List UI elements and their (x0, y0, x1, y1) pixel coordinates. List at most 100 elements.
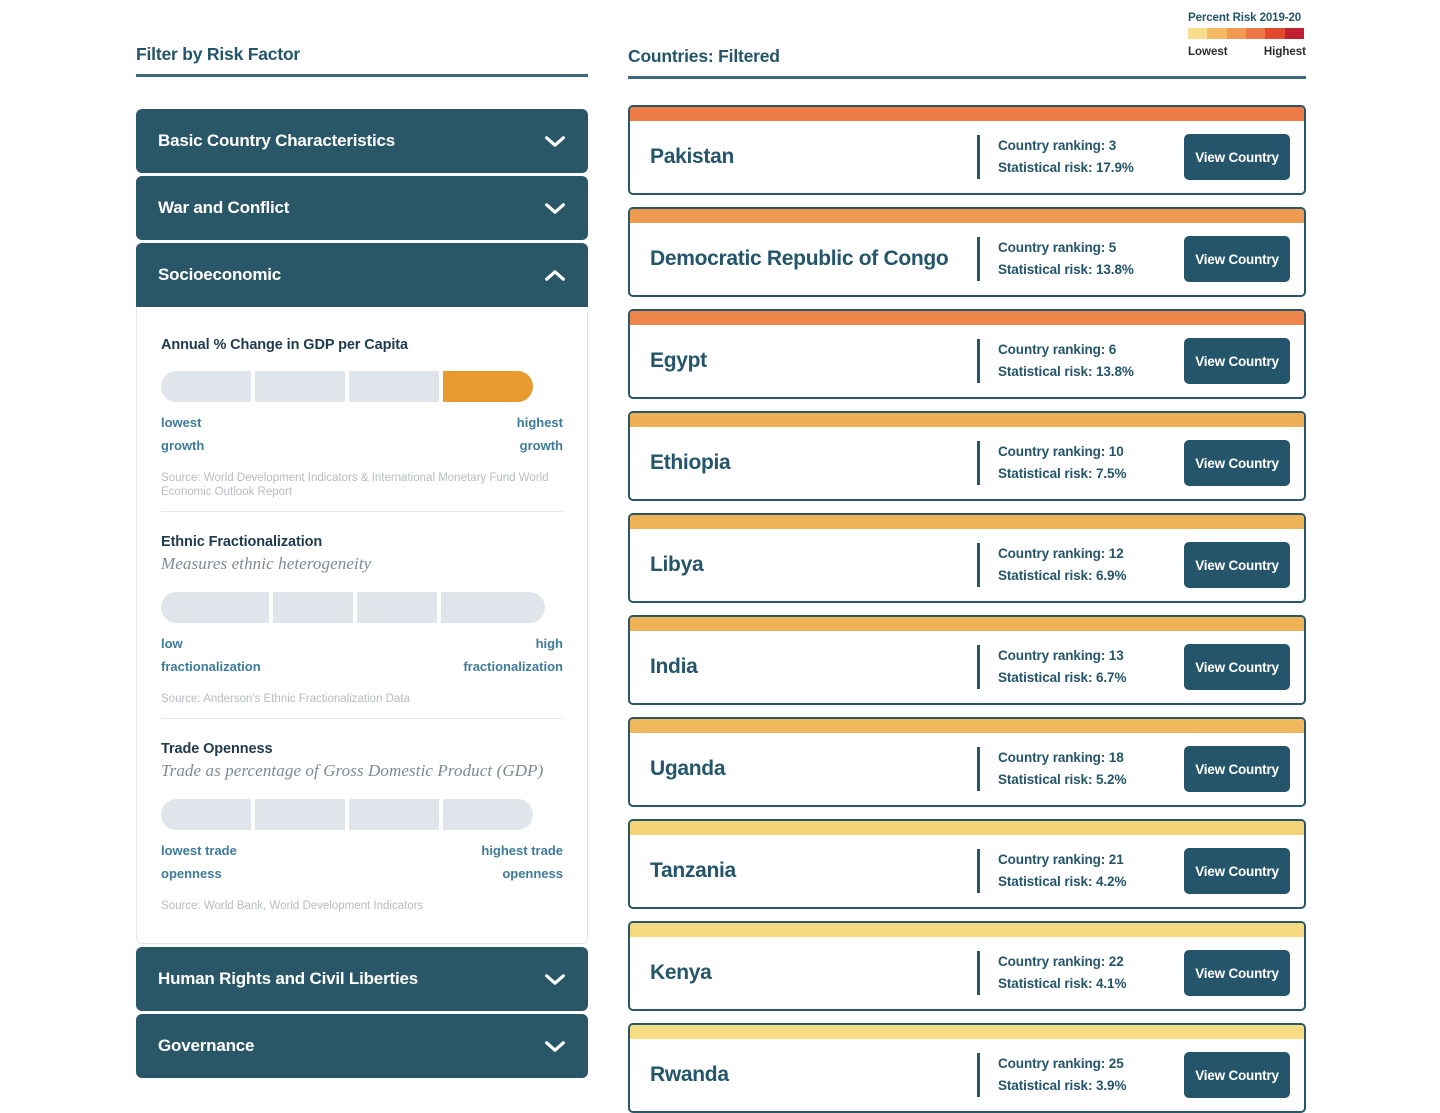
country-card: Democratic Republic of Congo Country rank… (628, 207, 1306, 297)
accordion-header-basic-country-characteristics[interactable]: Basic Country Characteristics (136, 109, 588, 173)
view-country-button[interactable]: View Country (1184, 338, 1290, 384)
country-risk-color-bar (630, 311, 1304, 325)
range-segment-3[interactable] (357, 592, 437, 624)
metric-filter: Ethnic Fractionalization Measures ethnic … (161, 511, 563, 718)
card-divider (977, 339, 980, 383)
country-statistical-risk: Statistical risk: 4.1% (998, 976, 1127, 991)
chevron-up-icon[interactable] (544, 269, 566, 282)
metric-source: Source: World Development Indicators & I… (161, 471, 549, 498)
card-divider (977, 747, 980, 791)
range-segment-2[interactable] (273, 592, 353, 624)
country-stats: Country ranking: 21 Statistical risk: 4.2… (998, 849, 1184, 893)
range-segment-4[interactable] (441, 592, 545, 624)
range-low-label: lowest growth (161, 412, 204, 458)
accordion-header-socioeconomic[interactable]: Socioeconomic (136, 243, 588, 307)
range-segment-4[interactable] (443, 371, 533, 402)
countries-title: Countries: Filtered (628, 46, 780, 66)
range-low-label: low fractionalization (161, 633, 261, 679)
range-high-label: high fractionalization (463, 633, 563, 679)
country-card: Tanzania Country ranking: 21 Statistical r… (628, 819, 1306, 909)
country-card-body: Rwanda Country ranking: 25 Statistical ris… (630, 1039, 1304, 1111)
view-country-button[interactable]: View Country (1184, 542, 1290, 588)
range-low-label-line1: lowest (161, 415, 202, 430)
metric-range-selector[interactable] (161, 799, 563, 831)
accordion-section: Socioeconomic Annual % Change in GDP per … (136, 243, 588, 944)
country-card-body: Egypt Country ranking: 6 Statistical risk:… (630, 325, 1304, 397)
accordion-section: Governance (136, 1014, 588, 1078)
view-country-button[interactable]: View Country (1184, 1052, 1290, 1098)
chevron-down-icon[interactable] (544, 135, 566, 148)
view-country-button[interactable]: View Country (1184, 950, 1290, 996)
country-card-list: Pakistan Country ranking: 3 Statistical ri… (628, 105, 1306, 1113)
country-statistical-risk: Statistical risk: 6.9% (998, 568, 1127, 583)
view-country-button[interactable]: View Country (1184, 746, 1290, 792)
chevron-down-icon[interactable] (544, 1040, 566, 1053)
accordion-label: Basic Country Characteristics (158, 131, 396, 150)
country-risk-color-bar (630, 719, 1304, 733)
country-card: Uganda Country ranking: 18 Statistical ris… (628, 717, 1306, 807)
country-stats: Country ranking: 25 Statistical risk: 3.9… (998, 1053, 1184, 1097)
view-country-button[interactable]: View Country (1184, 644, 1290, 690)
accordion-header-governance[interactable]: Governance (136, 1014, 588, 1078)
country-risk-color-bar (630, 923, 1304, 937)
legend-swatch-1 (1207, 28, 1227, 39)
range-high-label-line1: highest (516, 415, 563, 430)
range-segment-3[interactable] (349, 371, 439, 402)
accordion-section: Basic Country Characteristics (136, 109, 588, 173)
country-name: Rwanda (650, 1063, 729, 1086)
country-risk-color-bar (630, 617, 1304, 631)
range-low-label-line2: openness (161, 865, 222, 881)
range-segment-1[interactable] (161, 371, 251, 402)
range-segment-2[interactable] (255, 371, 345, 402)
legend-swatch-5 (1284, 28, 1304, 39)
metric-name: Annual % Change in GDP per Capita (161, 337, 408, 353)
metric-source: Source: World Bank, World Development In… (161, 899, 424, 912)
range-segment-1[interactable] (161, 799, 251, 831)
legend-title: Percent Risk 2019-20 (1188, 12, 1302, 24)
chevron-down-icon[interactable] (544, 973, 566, 986)
accordion-section: Human Rights and Civil Liberties (136, 947, 588, 1011)
view-country-button[interactable]: View Country (1184, 440, 1290, 486)
countries-panel: Countries: Filtered Pakistan Country rank… (628, 46, 1306, 1113)
country-statistical-risk: Statistical risk: 6.7% (998, 670, 1127, 685)
page-title: Filter by Risk Factor (136, 44, 301, 64)
accordion-body-socioeconomic: Annual % Change in GDP per Capita lowest g… (136, 307, 588, 944)
range-high-label: highest trade openness (481, 840, 563, 886)
country-name: Uganda (650, 757, 726, 780)
accordion-header-human-rights-and-civil-liberties[interactable]: Human Rights and Civil Liberties (136, 947, 588, 1011)
country-ranking: Country ranking: 25 (998, 1056, 1124, 1072)
metric-range-selector[interactable] (161, 371, 563, 402)
range-segment-2[interactable] (255, 799, 345, 831)
legend-swatch-2 (1226, 28, 1246, 39)
country-risk-color-bar (630, 515, 1304, 529)
country-statistical-risk: Statistical risk: 17.9% (998, 160, 1134, 175)
country-statistical-risk: Statistical risk: 13.8% (998, 364, 1134, 379)
card-divider (977, 237, 980, 281)
filter-panel: Filter by Risk Factor Basic Country Char… (136, 44, 588, 1078)
legend-swatch-3 (1245, 28, 1266, 39)
card-divider (977, 849, 980, 893)
view-country-button[interactable]: View Country (1184, 848, 1290, 894)
accordion-header-war-and-conflict[interactable]: War and Conflict (136, 176, 588, 240)
country-ranking: Country ranking: 12 (998, 546, 1124, 562)
range-segment-4[interactable] (443, 799, 533, 831)
range-low-label-line2: growth (161, 437, 205, 453)
metric-description: Measures ethnic heterogeneity (161, 554, 372, 574)
range-end-labels: low fractionalization high fractionalizatio… (161, 633, 563, 679)
country-card-body: India Country ranking: 13 Statistical risk… (630, 631, 1304, 703)
country-ranking: Country ranking: 6 (998, 342, 1117, 358)
metric-description: Trade as percentage of Gross Domestic Pr… (161, 761, 544, 781)
legend-swatch-4 (1265, 28, 1285, 39)
view-country-button[interactable]: View Country (1184, 134, 1290, 180)
accordion-label: War and Conflict (158, 198, 290, 217)
chevron-down-icon[interactable] (544, 202, 566, 215)
range-segment-3[interactable] (349, 799, 439, 831)
country-card: Rwanda Country ranking: 25 Statistical ris… (628, 1023, 1306, 1113)
country-card: Ethiopia Country ranking: 10 Statistical r… (628, 411, 1306, 501)
metric-range-selector[interactable] (161, 592, 563, 624)
title-underline (136, 74, 588, 77)
country-ranking: Country ranking: 21 (998, 852, 1124, 868)
range-segment-1[interactable] (161, 592, 269, 624)
view-country-button[interactable]: View Country (1184, 236, 1290, 282)
country-card-body: Pakistan Country ranking: 3 Statistical ri… (630, 121, 1304, 193)
